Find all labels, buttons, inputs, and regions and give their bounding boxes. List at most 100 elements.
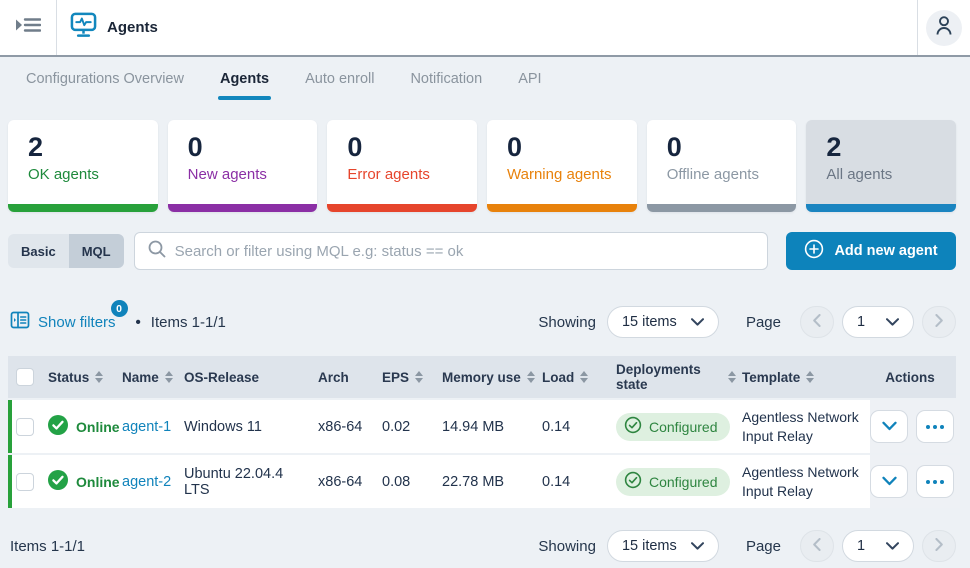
ellipsis-icon xyxy=(926,425,944,429)
status-ok-icon xyxy=(48,470,68,494)
footer-toolbar: Items 1-1/1 Showing 15 items Page 1 xyxy=(10,530,956,562)
chevron-down-icon xyxy=(691,538,704,554)
basic-mode-button[interactable]: Basic xyxy=(8,234,69,268)
card-count: 2 xyxy=(28,132,158,163)
load-cell: 0.14 xyxy=(542,455,616,508)
agent-name-link[interactable]: agent-1 xyxy=(122,419,171,435)
status-text: Online xyxy=(76,419,120,435)
person-icon xyxy=(934,15,954,41)
chevron-down-icon xyxy=(882,419,897,435)
row-actions-menu-button[interactable] xyxy=(916,465,954,498)
avatar xyxy=(926,10,962,46)
card-warning-agents[interactable]: 0 Warning agents xyxy=(487,120,637,212)
tab-api[interactable]: API xyxy=(500,57,559,100)
agents-table: Status Name OS-Release Arch EPS Memory u… xyxy=(8,356,956,508)
sort-icon[interactable] xyxy=(806,371,814,383)
show-filters-button[interactable]: Show filters 0 xyxy=(10,310,116,334)
sort-icon[interactable] xyxy=(95,371,103,383)
page-number-value: 1 xyxy=(857,314,865,330)
col-eps-header[interactable]: EPS xyxy=(382,370,442,385)
row-actions-menu-button[interactable] xyxy=(916,410,954,443)
page-number-select[interactable]: 1 xyxy=(842,530,914,562)
next-page-button[interactable] xyxy=(922,530,956,562)
search-row: Basic MQL Add new agent xyxy=(8,232,956,270)
chevron-right-icon xyxy=(935,314,943,331)
expand-row-button[interactable] xyxy=(870,410,908,443)
user-menu-button[interactable] xyxy=(917,0,970,55)
card-label: OK agents xyxy=(28,166,158,183)
card-accent-bar xyxy=(327,204,477,212)
expand-row-button[interactable] xyxy=(870,465,908,498)
card-label: New agents xyxy=(188,166,318,183)
sort-icon[interactable] xyxy=(580,371,588,383)
agent-name-link[interactable]: agent-2 xyxy=(122,474,171,490)
chevron-down-icon xyxy=(886,314,899,330)
card-accent-bar xyxy=(8,204,158,212)
card-ok-agents[interactable]: 2 OK agents xyxy=(8,120,158,212)
deployment-status-label: Configured xyxy=(649,474,718,490)
tab-notification[interactable]: Notification xyxy=(392,57,500,100)
arch-cell: x86-64 xyxy=(318,455,382,508)
tab-agents[interactable]: Agents xyxy=(202,57,287,100)
show-filters-label: Show filters xyxy=(38,314,116,331)
deployment-status-badge: Configured xyxy=(616,413,730,441)
page-label: Page xyxy=(746,538,781,555)
search-icon xyxy=(148,240,166,263)
mql-mode-button[interactable]: MQL xyxy=(69,234,124,268)
tab-configurations-overview[interactable]: Configurations Overview xyxy=(8,57,202,100)
select-all-checkbox[interactable] xyxy=(16,368,34,386)
check-circle-icon xyxy=(624,416,642,437)
prev-page-button[interactable] xyxy=(800,306,834,338)
bullet-separator: • xyxy=(136,314,141,331)
col-deployments-state-header[interactable]: Deployments state xyxy=(616,362,742,392)
sort-icon[interactable] xyxy=(527,371,535,383)
load-cell: 0.14 xyxy=(542,400,616,453)
template-cell: Agentless Network Input Relay xyxy=(742,408,864,446)
showing-label: Showing xyxy=(538,538,596,555)
card-all-agents[interactable]: 2 All agents xyxy=(806,120,956,212)
tab-auto-enroll[interactable]: Auto enroll xyxy=(287,57,392,100)
card-count: 2 xyxy=(826,132,956,163)
status-ok-icon xyxy=(48,415,68,439)
sort-icon[interactable] xyxy=(165,371,173,383)
plus-circle-icon xyxy=(804,239,824,263)
sort-icon[interactable] xyxy=(415,371,423,383)
add-new-agent-button[interactable]: Add new agent xyxy=(786,232,956,270)
chevron-down-icon xyxy=(691,314,704,330)
col-load-header[interactable]: Load xyxy=(542,370,616,385)
check-circle-icon xyxy=(624,471,642,492)
row-checkbox[interactable] xyxy=(16,418,34,436)
next-page-button[interactable] xyxy=(922,306,956,338)
chevron-down-icon xyxy=(882,474,897,490)
card-new-agents[interactable]: 0 New agents xyxy=(168,120,318,212)
sidebar-toggle-button[interactable] xyxy=(0,0,57,55)
page-number-select[interactable]: 1 xyxy=(842,306,914,338)
row-checkbox[interactable] xyxy=(16,473,34,491)
search-box xyxy=(134,232,768,270)
card-offline-agents[interactable]: 0 Offline agents xyxy=(647,120,797,212)
add-new-agent-label: Add new agent xyxy=(834,243,937,259)
col-template-header[interactable]: Template xyxy=(742,370,870,385)
page-size-select[interactable]: 15 items xyxy=(607,530,719,562)
col-actions-header: Actions xyxy=(870,370,956,385)
search-input[interactable] xyxy=(175,243,754,260)
card-accent-bar xyxy=(487,204,637,212)
card-error-agents[interactable]: 0 Error agents xyxy=(327,120,477,212)
sort-icon[interactable] xyxy=(728,371,736,383)
monitor-pulse-icon xyxy=(70,12,97,43)
col-status-header[interactable]: Status xyxy=(48,370,122,385)
prev-page-button[interactable] xyxy=(800,530,834,562)
memory-use-cell: 22.78 MB xyxy=(442,455,542,508)
arch-cell: x86-64 xyxy=(318,400,382,453)
header-bar: Agents xyxy=(0,0,970,57)
items-summary: Items 1-1/1 xyxy=(151,314,226,331)
col-name-header[interactable]: Name xyxy=(122,370,184,385)
status-cards: 2 OK agents 0 New agents 0 Error agents … xyxy=(0,100,970,212)
deployment-status-badge: Configured xyxy=(616,468,730,496)
card-count: 0 xyxy=(507,132,637,163)
card-accent-bar xyxy=(168,204,318,212)
table-row: Online agent-2 Ubuntu 22.04.4 LTS x86-64… xyxy=(8,455,956,508)
card-count: 0 xyxy=(347,132,477,163)
col-memory-use-header[interactable]: Memory use xyxy=(442,370,542,385)
page-size-select[interactable]: 15 items xyxy=(607,306,719,338)
